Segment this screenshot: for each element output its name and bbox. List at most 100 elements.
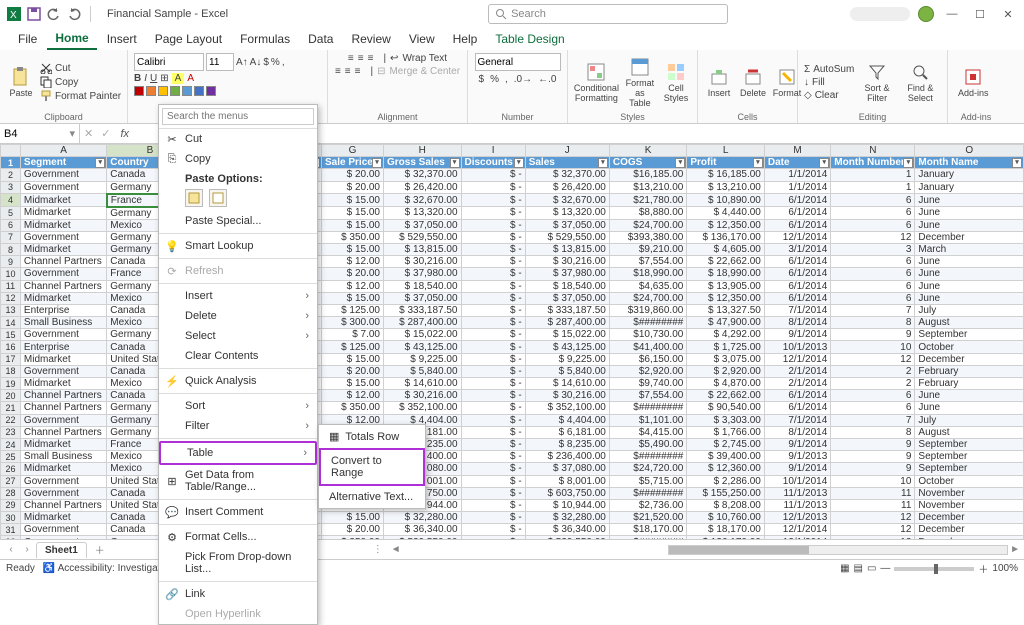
cell[interactable]: 9/1/2014 <box>764 463 830 475</box>
cell[interactable]: December <box>915 524 1024 536</box>
cell[interactable]: January <box>915 169 1024 181</box>
cell[interactable]: Channel Partners <box>20 402 106 414</box>
align-top-icon[interactable]: ≡ <box>348 53 354 64</box>
account-avatar[interactable] <box>918 6 934 22</box>
cell[interactable]: 2/1/2014 <box>764 378 830 390</box>
cell[interactable]: Channel Partners <box>20 390 106 402</box>
find-select-button[interactable]: Find & Select <box>900 60 941 105</box>
cell[interactable]: December <box>915 512 1024 524</box>
cell[interactable]: 7 <box>831 414 915 426</box>
cell[interactable]: $ 1,766.00 <box>687 426 765 438</box>
accounting-icon[interactable]: $ <box>479 74 485 85</box>
cell[interactable]: $5,715.00 <box>609 475 687 487</box>
cell[interactable]: August <box>915 426 1024 438</box>
col-header[interactable] <box>1 145 21 157</box>
cell[interactable]: 9 <box>831 463 915 475</box>
cell[interactable]: $ 20.00 <box>322 169 384 181</box>
cell[interactable]: 9/1/2013 <box>764 451 830 463</box>
add-sheet-button[interactable]: ＋ <box>89 542 111 557</box>
cell[interactable]: July <box>915 414 1024 426</box>
cell[interactable]: $ - <box>461 292 525 304</box>
ctx-copy[interactable]: ⎘Copy <box>159 149 317 169</box>
cell[interactable]: 9 <box>831 451 915 463</box>
cell[interactable]: $ 529,550.00 <box>384 536 462 539</box>
cell[interactable]: $ 2,286.00 <box>687 475 765 487</box>
col-header[interactable]: I <box>461 145 525 157</box>
paste-button[interactable]: Paste <box>6 65 36 100</box>
cell[interactable]: $ 13,320.00 <box>525 207 609 220</box>
cell[interactable]: $ 26,420.00 <box>384 181 462 194</box>
table-column-header[interactable]: Gross Sales▾ <box>384 157 462 169</box>
cell[interactable]: September <box>915 329 1024 341</box>
cell[interactable]: $ - <box>461 280 525 292</box>
font-color-button[interactable]: A <box>187 73 194 84</box>
cell[interactable]: 6 <box>831 390 915 402</box>
cell[interactable]: $ 32,370.00 <box>384 169 462 181</box>
cell[interactable]: $13,210.00 <box>609 181 687 194</box>
font-name-input[interactable] <box>134 53 204 71</box>
cell[interactable]: $ - <box>461 243 525 255</box>
addins-button[interactable]: Add-ins <box>954 65 993 100</box>
inc-decimal-icon[interactable]: .0→ <box>514 74 532 85</box>
filter-icon[interactable]: ▾ <box>753 158 763 168</box>
cell[interactable]: 12 <box>831 231 915 243</box>
cell[interactable]: January <box>915 181 1024 194</box>
cell[interactable]: $ 32,280.00 <box>525 512 609 524</box>
menu-page-layout[interactable]: Page Layout <box>147 29 230 49</box>
cell[interactable]: 1/1/2014 <box>764 181 830 194</box>
cell[interactable]: $ 12.00 <box>322 390 384 402</box>
cell[interactable]: $ 350.00 <box>322 231 384 243</box>
cell[interactable]: $ 15,022.00 <box>525 329 609 341</box>
col-header[interactable]: H <box>384 145 462 157</box>
cell[interactable]: 2 <box>831 378 915 390</box>
cell[interactable]: $ 4,870.00 <box>687 378 765 390</box>
cell[interactable]: June <box>915 292 1024 304</box>
cell[interactable]: $ 8,235.00 <box>525 438 609 450</box>
cell[interactable]: $ 13,905.00 <box>687 280 765 292</box>
fx-icon[interactable]: fx <box>114 128 135 140</box>
cell[interactable]: $ 8,208.00 <box>687 499 765 511</box>
cell[interactable]: Channel Partners <box>20 499 106 511</box>
cell[interactable]: Small Business <box>20 451 106 463</box>
filter-icon[interactable]: ▾ <box>514 158 524 168</box>
table-column-header[interactable]: Discounts▾ <box>461 157 525 169</box>
cell[interactable]: Channel Partners <box>20 256 106 268</box>
cell[interactable]: 10 <box>831 341 915 353</box>
view-page-icon[interactable]: ▤ <box>854 563 863 574</box>
cell[interactable]: $ 20.00 <box>322 365 384 377</box>
cell[interactable]: $ 155,250.00 <box>687 487 765 499</box>
cell[interactable]: $ 37,050.00 <box>525 292 609 304</box>
cell[interactable]: $9,740.00 <box>609 378 687 390</box>
cell[interactable]: 12 <box>831 536 915 539</box>
maximize-button[interactable]: ☐ <box>970 4 990 24</box>
cell[interactable]: 6 <box>831 256 915 268</box>
cell[interactable]: $ 32,370.00 <box>525 169 609 181</box>
cell[interactable]: 10 <box>831 475 915 487</box>
undo-icon[interactable] <box>46 6 62 22</box>
cell[interactable]: October <box>915 341 1024 353</box>
cell[interactable]: $ - <box>461 194 525 207</box>
close-button[interactable]: ✕ <box>998 4 1018 24</box>
cell[interactable]: $ 529,550.00 <box>525 231 609 243</box>
cell[interactable]: 11 <box>831 487 915 499</box>
cell[interactable]: $ - <box>461 524 525 536</box>
filter-icon[interactable]: ▾ <box>450 158 460 168</box>
view-normal-icon[interactable]: ▦ <box>840 563 849 574</box>
cell[interactable]: 7 <box>831 304 915 316</box>
cell[interactable]: $ 37,050.00 <box>525 219 609 231</box>
cell[interactable]: $ 350.00 <box>322 536 384 539</box>
cell[interactable]: $ - <box>461 426 525 438</box>
zoom-out[interactable]: — <box>880 563 890 574</box>
cell[interactable]: 12/1/2014 <box>764 524 830 536</box>
cell[interactable]: March <box>915 243 1024 255</box>
submenu-convert-to-range[interactable]: Convert to Range <box>319 448 425 486</box>
cancel-fx-icon[interactable]: ✕ <box>80 127 97 140</box>
ctx-sort[interactable]: Sort› <box>159 396 317 416</box>
cell[interactable]: 7/1/2014 <box>764 304 830 316</box>
cell[interactable]: $393,380.00 <box>609 231 687 243</box>
accessibility-status[interactable]: ♿ Accessibility: Investigate <box>43 563 166 574</box>
cell[interactable]: 8/1/2014 <box>764 426 830 438</box>
currency-icon[interactable]: $ <box>263 57 269 68</box>
cell[interactable]: $ 43,125.00 <box>525 341 609 353</box>
cell[interactable]: $ 18,540.00 <box>384 280 462 292</box>
